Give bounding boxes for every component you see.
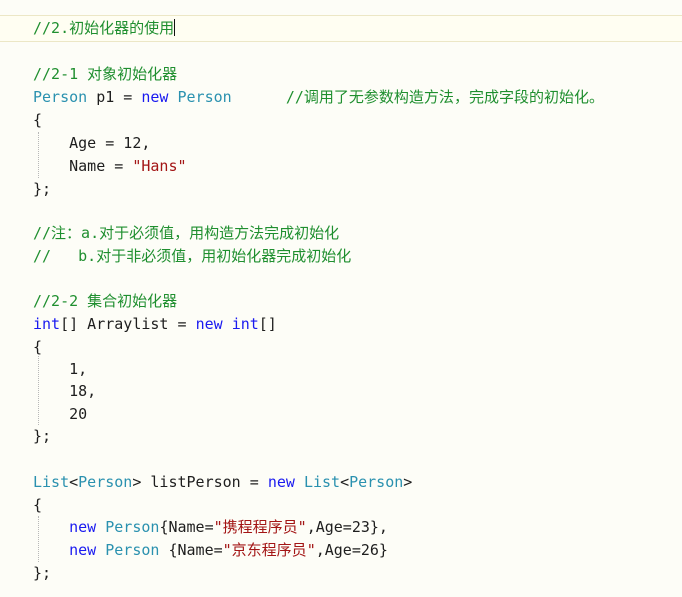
code-line-1[interactable]: //2.初始化器的使用: [33, 17, 176, 40]
code-line-13[interactable]: //2-2 集合初始化器: [33, 290, 177, 313]
code-line-7[interactable]: Name = "Hans": [33, 155, 186, 178]
code-line-24[interactable]: new Person {Name="京东程序员",Age=26}: [33, 539, 388, 562]
code-line-8[interactable]: };: [33, 178, 51, 201]
code-line-21[interactable]: List<Person> listPerson = new List<Perso…: [33, 471, 412, 494]
text-caret: [174, 19, 176, 36]
code-line-15[interactable]: {: [33, 336, 42, 359]
code-line-19[interactable]: };: [33, 425, 51, 448]
code-line-23[interactable]: new Person{Name="携程程序员",Age=23},: [33, 516, 388, 539]
code-line-16[interactable]: 1,: [33, 358, 87, 381]
code-editor[interactable]: //2.初始化器的使用 //2-1 对象初始化器 Person p1 = new…: [0, 0, 682, 597]
code-line-3[interactable]: //2-1 对象初始化器: [33, 63, 177, 86]
code-line-14[interactable]: int[] Arraylist = new int[]: [33, 313, 277, 336]
code-line-5[interactable]: {: [33, 109, 42, 132]
code-line-18[interactable]: 20: [33, 403, 87, 426]
code-line-22[interactable]: {: [33, 494, 42, 517]
code-line-10[interactable]: //注：a.对于必须值，用构造方法完成初始化: [33, 222, 339, 245]
code-line-25[interactable]: };: [33, 562, 51, 585]
code-line-6[interactable]: Age = 12,: [33, 132, 150, 155]
code-line-17[interactable]: 18,: [33, 380, 96, 403]
code-line-4[interactable]: Person p1 = new Person //调用了无参数构造方法，完成字段…: [33, 86, 604, 109]
code-line-11[interactable]: // b.对于非必须值，用初始化器完成初始化: [33, 245, 351, 268]
